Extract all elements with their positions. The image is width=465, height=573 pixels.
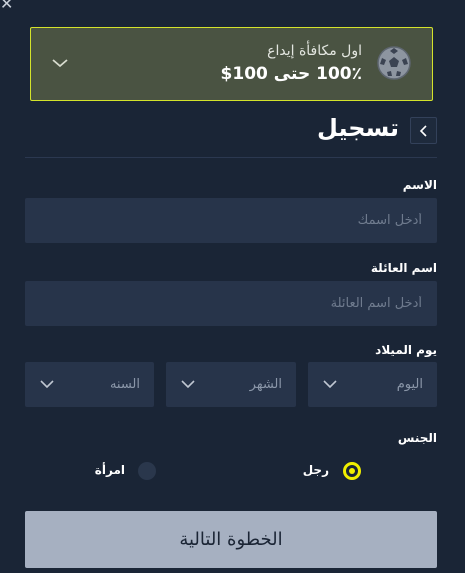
gender-male-label[interactable]: رجل [303, 463, 329, 477]
soccer-ball-icon [377, 46, 411, 80]
first-name-input[interactable] [25, 198, 437, 243]
last-name-label: اسم العائلة [370, 261, 437, 275]
chevron-down-icon [52, 59, 68, 68]
last-name-input[interactable] [25, 281, 437, 326]
gender-male-radio[interactable] [343, 462, 361, 480]
gender-female-label[interactable]: امرأة [95, 463, 125, 477]
gender-label: الجنس [397, 431, 437, 445]
bonus-subtitle: اول مكافأة إيداع [267, 43, 362, 59]
day-select-value: اليوم [396, 377, 423, 392]
page-header: تسجيل [25, 108, 437, 158]
back-button[interactable] [410, 117, 437, 144]
month-select[interactable]: الشهر [166, 362, 296, 407]
close-icon[interactable]: ✕ [0, 0, 18, 13]
month-select-value: الشهر [249, 377, 282, 392]
chevron-down-icon [323, 380, 337, 389]
birthdate-label: يوم الميلاد [375, 343, 437, 357]
day-select[interactable]: اليوم [308, 362, 437, 407]
chevron-left-icon [419, 125, 427, 137]
chevron-down-icon [40, 380, 54, 389]
bonus-headline: 100٪ حتى 100$ [220, 64, 362, 84]
next-step-button[interactable]: الخطوة التالية [25, 511, 437, 568]
year-select-value: السنه [109, 377, 140, 392]
year-select[interactable]: السنه [25, 362, 154, 407]
page-title: تسجيل [317, 114, 399, 142]
first-name-label: الاسم [402, 178, 437, 192]
gender-female-radio[interactable] [138, 462, 156, 480]
bonus-banner[interactable]: اول مكافأة إيداع 100٪ حتى 100$ [30, 27, 433, 101]
chevron-down-icon [181, 380, 195, 389]
